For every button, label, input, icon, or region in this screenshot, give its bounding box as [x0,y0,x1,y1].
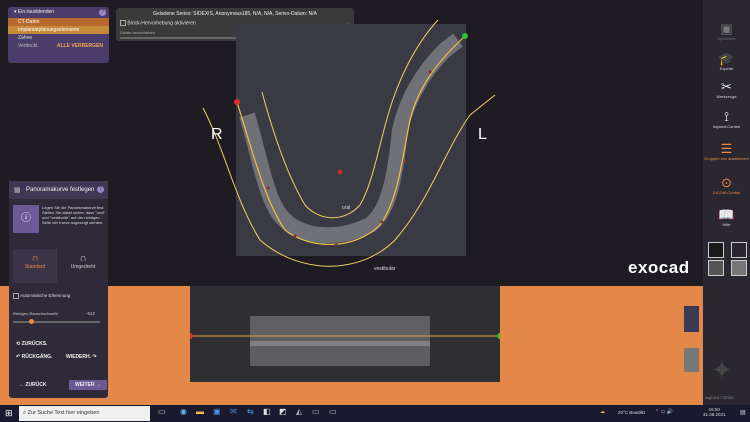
center-point[interactable] [337,169,343,175]
view-layout-2[interactable] [731,242,747,258]
help-button[interactable]: 📖 Hilfe [703,207,750,228]
noise-slider[interactable] [13,321,100,323]
exocad-taskbar-icon-2[interactable]: ▭ [329,407,337,416]
noise-value: -512 [86,311,96,316]
app-icon-1[interactable]: ◧ [263,407,271,416]
redo-button[interactable]: WIEDERH. ↷ [66,354,97,360]
noise-slider-handle[interactable] [29,319,34,324]
expert-button[interactable]: 🎓 Experte [703,51,750,72]
right-toolbar: ▣ Speichern 🎓 Experte ✂ Werkzeuge ⟟ Implant-… [703,0,750,405]
mail-icon[interactable]: ✉ [230,407,237,416]
jaw-flipped-icon: ∩ [79,253,87,264]
pano-thumbnail[interactable] [684,348,699,372]
version-label: Impl v3.0 7737/64 [705,396,733,400]
info-text: Legen Sie die Panoramakurve fest. Stelle… [42,205,105,225]
oral-curve [261,19,439,219]
right-side-label: R [211,126,223,143]
weather-icon: ☁ [600,409,605,415]
jaw-standard-icon: ∩ [31,253,39,264]
info-icon: ⓘ [13,205,39,233]
save-icon: ▣ [720,21,733,36]
search-placeholder: Zur Suche Text hier eingeben [27,410,100,416]
noise-slider-label: Röntgen-Rauschschwelle [13,311,59,316]
left-side-label: L [478,126,487,143]
standard-option[interactable]: ∩ Standard [13,249,57,283]
tray-icons[interactable]: ⌃ ▭ 🔊 [655,409,673,415]
help-icon[interactable]: ? [97,186,104,193]
oral-label: oral [342,205,350,211]
auto-detect-row[interactable]: Automatische Erkennung [13,293,70,299]
view-layout-4[interactable] [731,260,747,276]
edge-icon[interactable]: ◉ [180,407,187,416]
pano-end-handle[interactable] [497,333,500,339]
notification-icon[interactable]: ▤ [740,409,746,416]
implant-icon: ⟟ [724,109,729,124]
auto-detect-label: Automatische Erkennung [20,293,71,299]
jaw-arch [239,33,463,244]
curve-start-handle[interactable] [234,99,240,105]
checkbox[interactable] [13,293,19,299]
taskbar-search[interactable]: ⌕ Zur Suche Text hier eingeben [19,406,150,421]
file-explorer-icon[interactable]: ▬ [196,407,204,416]
groups-toggle-button[interactable]: ☰ Gruppen ein/ ausblenden [703,141,750,162]
app-icon-2[interactable]: ◩ [279,407,287,416]
view-layout-1[interactable] [708,242,724,258]
flipped-label: Umgedreht [70,264,96,270]
dicom-icon: ⊙ [721,175,732,190]
panorama-icon: ▦ [14,187,21,194]
view-layout-3[interactable] [708,260,724,276]
panoramic-overlay [190,316,500,366]
graduation-cap-icon: 🎓 [718,51,735,66]
teamviewer-icon[interactable]: ⇆ [247,407,254,416]
pano-start-handle[interactable] [190,333,193,339]
exocad-emblem-icon: ✦ [711,355,733,385]
tools-icon: ✂ [721,79,732,94]
search-icon: ⌕ [23,410,27,416]
weather-text[interactable]: 20°C Bewölkt [618,410,645,415]
standard-label: Standard [24,264,46,270]
panel-title: Panoramakurve festlegen [9,181,108,199]
curve-end-handle[interactable] [462,33,468,39]
store-icon[interactable]: ▣ [213,407,221,416]
exocad-taskbar-icon[interactable]: ▭ [312,407,320,416]
flipped-option[interactable]: ∩ Umgedreht [61,249,105,283]
reset-button[interactable]: ⟲ ZURÜCKS. [16,341,47,347]
layers-icon: ☰ [720,141,733,156]
tools-button[interactable]: ✂ Werkzeuge [703,79,750,100]
clock[interactable]: 16:50 31.08.2021 [703,407,726,417]
back-button[interactable]: ← ZURÜCK [19,382,47,388]
undo-button[interactable]: ↶ RÜCKGÄNG. [16,354,52,360]
vestibular-label: vestibulär [374,266,396,272]
pano-menu-button[interactable] [684,306,699,332]
help-icon: 📖 [718,207,735,222]
panorama-curve-panel: Panoramakurve festlegen ▦ ? ⓘ Legen Sie … [9,181,108,398]
implant-control-button[interactable]: ⟟ Implant-Control [703,109,750,130]
dicom-control-button[interactable]: ⊙ DICOM-Control [703,175,750,196]
task-view-icon[interactable]: ▭ [158,407,166,416]
exocad-logo: exocad [628,258,690,277]
app-icon-3[interactable]: ◭ [296,407,302,416]
save-button[interactable]: ▣ Speichern [703,21,750,42]
next-button[interactable]: WEITER → [69,380,107,390]
windows-start-icon[interactable]: ⊞ [5,408,13,419]
